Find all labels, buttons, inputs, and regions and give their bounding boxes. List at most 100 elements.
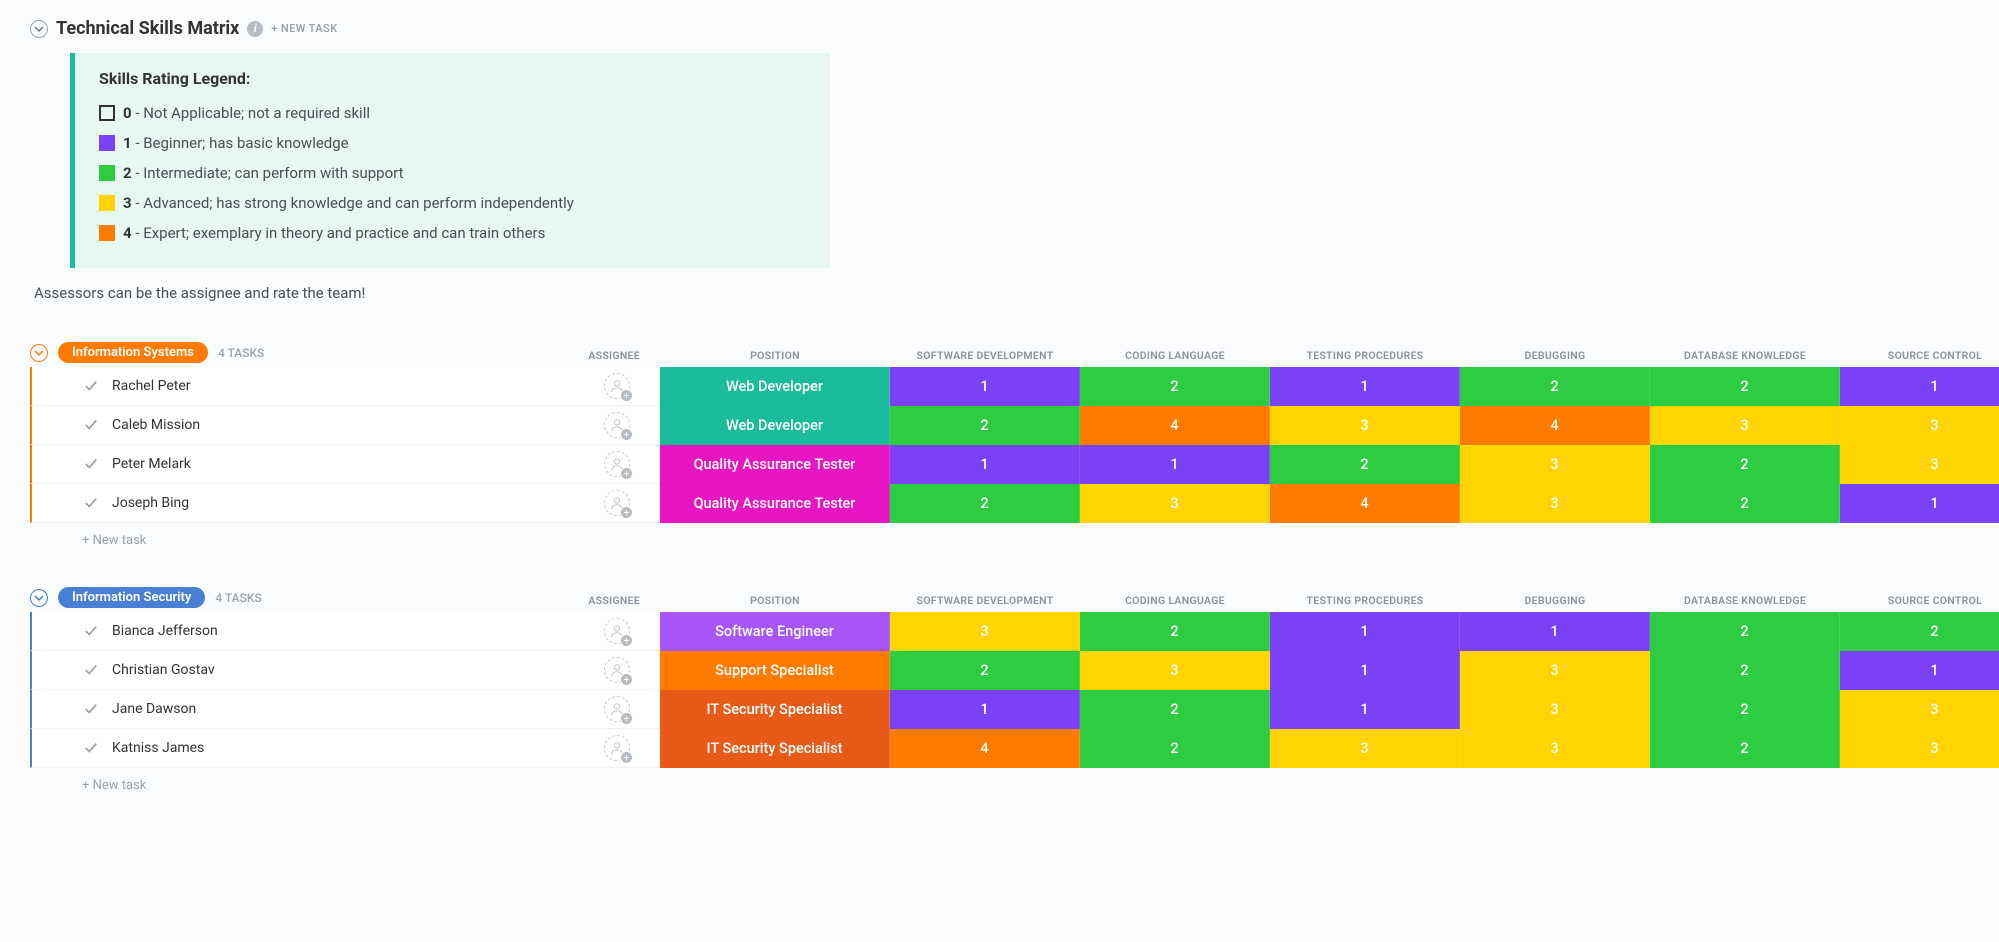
rating-cell[interactable]: 3 <box>1270 406 1460 445</box>
assignee-add-icon[interactable]: + <box>604 373 630 399</box>
task-name-cell[interactable]: Katniss James <box>30 729 520 768</box>
position-cell[interactable]: IT Security Specialist <box>660 690 890 729</box>
rating-cell[interactable]: 2 <box>1650 612 1840 651</box>
group-collapse-icon[interactable] <box>30 589 48 607</box>
task-name-cell[interactable]: Jane Dawson <box>30 690 520 729</box>
position-cell[interactable]: Software Engineer <box>660 612 890 651</box>
position-cell[interactable]: IT Security Specialist <box>660 729 890 768</box>
rating-cell[interactable]: 1 <box>1460 612 1650 651</box>
rating-cell[interactable]: 1 <box>890 690 1080 729</box>
group-collapse-icon[interactable] <box>30 344 48 362</box>
rating-cell[interactable]: 2 <box>1080 367 1270 406</box>
assignee-add-icon[interactable]: + <box>604 412 630 438</box>
task-name-cell[interactable]: Rachel Peter <box>30 367 520 406</box>
rating-cell[interactable]: 3 <box>1460 690 1650 729</box>
position-cell[interactable]: Support Specialist <box>660 651 890 690</box>
rating-cell[interactable]: 3 <box>1080 484 1270 523</box>
rating-cell[interactable]: 2 <box>1080 612 1270 651</box>
rating-cell[interactable]: 1 <box>1270 367 1460 406</box>
assignee-cell[interactable]: + <box>520 651 660 690</box>
rating-cell[interactable]: 1 <box>1270 690 1460 729</box>
rating-cell[interactable]: 3 <box>1270 729 1460 768</box>
rating-cell[interactable]: 3 <box>1840 690 1999 729</box>
info-icon[interactable]: i <box>247 21 263 37</box>
rating-cell[interactable]: 2 <box>1650 445 1840 484</box>
rating-cell[interactable]: 4 <box>1080 406 1270 445</box>
table-row[interactable]: Bianca Jefferson+Software Engineer321122 <box>30 612 1999 651</box>
new-task-button[interactable]: + New task <box>30 523 1999 557</box>
assignee-cell[interactable]: + <box>520 484 660 523</box>
rating-cell[interactable]: 2 <box>1650 484 1840 523</box>
plus-icon: + <box>620 673 633 686</box>
group-name-pill[interactable]: Information Systems <box>58 342 208 363</box>
assignee-cell[interactable]: + <box>520 690 660 729</box>
rating-cell[interactable]: 1 <box>1080 445 1270 484</box>
table-row[interactable]: Caleb Mission+Web Developer243433 <box>30 406 1999 445</box>
assignee-add-icon[interactable]: + <box>604 490 630 516</box>
rating-cell[interactable]: 3 <box>1460 729 1650 768</box>
rating-cell[interactable]: 2 <box>1080 690 1270 729</box>
assignee-add-icon[interactable]: + <box>604 618 630 644</box>
task-name-cell[interactable]: Christian Gostav <box>30 651 520 690</box>
rating-cell[interactable]: 3 <box>1840 445 1999 484</box>
position-cell[interactable]: Quality Assurance Tester <box>660 445 890 484</box>
new-task-button[interactable]: + New task <box>30 768 1999 802</box>
rating-cell[interactable]: 3 <box>1460 651 1650 690</box>
assignee-cell[interactable]: + <box>520 445 660 484</box>
assignee-cell[interactable]: + <box>520 612 660 651</box>
table-row[interactable]: Jane Dawson+IT Security Specialist121323 <box>30 690 1999 729</box>
rating-cell[interactable]: 3 <box>1460 445 1650 484</box>
assignee-cell[interactable]: + <box>520 729 660 768</box>
task-name-cell[interactable]: Joseph Bing <box>30 484 520 523</box>
rating-cell[interactable]: 3 <box>1840 406 1999 445</box>
table-row[interactable]: Christian Gostav+Support Specialist23132… <box>30 651 1999 690</box>
table-row[interactable]: Peter Melark+Quality Assurance Tester112… <box>30 445 1999 484</box>
rating-cell[interactable]: 2 <box>1460 367 1650 406</box>
rating-cell[interactable]: 4 <box>890 729 1080 768</box>
rating-cell[interactable]: 1 <box>1840 484 1999 523</box>
table-row[interactable]: Rachel Peter+Web Developer121221 <box>30 367 1999 406</box>
rating-cell[interactable]: 1 <box>890 367 1080 406</box>
assignee-cell[interactable]: + <box>520 406 660 445</box>
rating-cell[interactable]: 1 <box>1270 612 1460 651</box>
position-cell[interactable]: Quality Assurance Tester <box>660 484 890 523</box>
rating-cell[interactable]: 4 <box>1460 406 1650 445</box>
position-cell[interactable]: Web Developer <box>660 367 890 406</box>
table-row[interactable]: Katniss James+IT Security Specialist4233… <box>30 729 1999 768</box>
rating-cell[interactable]: 3 <box>1840 729 1999 768</box>
assignee-add-icon[interactable]: + <box>604 657 630 683</box>
rating-cell[interactable]: 2 <box>1650 729 1840 768</box>
rating-cell[interactable]: 2 <box>1840 612 1999 651</box>
rating-cell[interactable]: 2 <box>890 651 1080 690</box>
task-name-cell[interactable]: Bianca Jefferson <box>30 612 520 651</box>
assignee-add-icon[interactable]: + <box>604 696 630 722</box>
rating-cell[interactable]: 2 <box>890 406 1080 445</box>
assignee-add-icon[interactable]: + <box>604 451 630 477</box>
check-icon <box>84 702 98 716</box>
rating-cell[interactable]: 2 <box>1650 690 1840 729</box>
assignee-cell[interactable]: + <box>520 367 660 406</box>
assignee-add-icon[interactable]: + <box>604 735 630 761</box>
rating-cell[interactable]: 2 <box>1270 445 1460 484</box>
rating-cell[interactable]: 2 <box>1080 729 1270 768</box>
rating-cell[interactable]: 2 <box>890 484 1080 523</box>
legend-swatch <box>99 165 115 181</box>
rating-cell[interactable]: 3 <box>1080 651 1270 690</box>
rating-cell[interactable]: 4 <box>1270 484 1460 523</box>
position-cell[interactable]: Web Developer <box>660 406 890 445</box>
rating-cell[interactable]: 3 <box>1650 406 1840 445</box>
rating-cell[interactable]: 1 <box>1840 367 1999 406</box>
task-name-cell[interactable]: Peter Melark <box>30 445 520 484</box>
table-row[interactable]: Joseph Bing+Quality Assurance Tester2343… <box>30 484 1999 523</box>
rating-cell[interactable]: 1 <box>1270 651 1460 690</box>
new-task-top-button[interactable]: + NEW TASK <box>271 22 337 35</box>
rating-cell[interactable]: 2 <box>1650 367 1840 406</box>
task-name-cell[interactable]: Caleb Mission <box>30 406 520 445</box>
rating-cell[interactable]: 3 <box>890 612 1080 651</box>
rating-cell[interactable]: 2 <box>1650 651 1840 690</box>
rating-cell[interactable]: 3 <box>1460 484 1650 523</box>
rating-cell[interactable]: 1 <box>1840 651 1999 690</box>
collapse-section-icon[interactable] <box>30 20 48 38</box>
rating-cell[interactable]: 1 <box>890 445 1080 484</box>
group-name-pill[interactable]: Information Security <box>58 587 205 608</box>
